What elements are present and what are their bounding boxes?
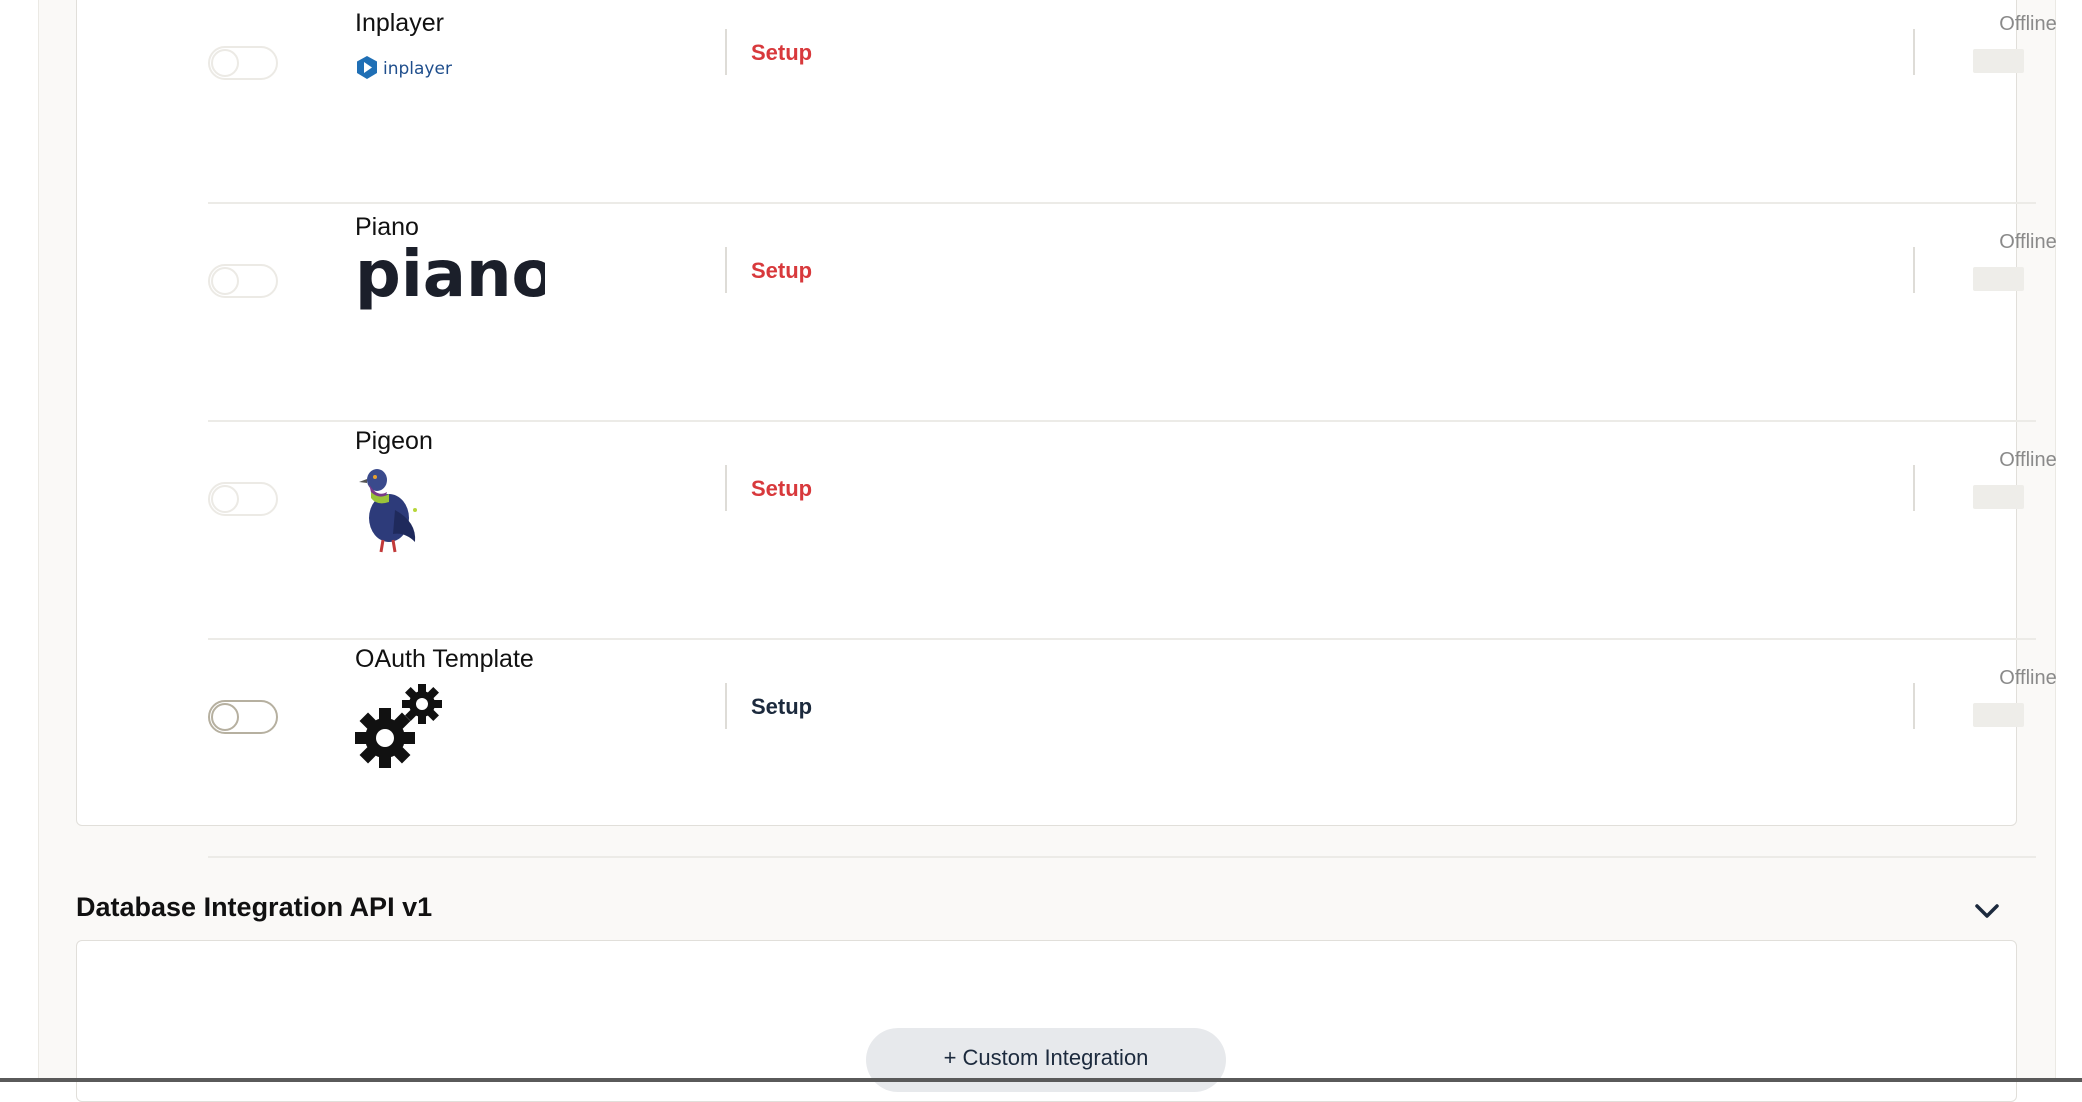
column-separator — [1913, 29, 1915, 75]
status-indicator — [1973, 49, 2024, 73]
toggle-knob — [211, 703, 239, 731]
column-separator — [1913, 465, 1915, 511]
chevron-down-icon[interactable] — [1972, 896, 2002, 926]
integration-toggle[interactable] — [208, 700, 278, 734]
column-separator — [725, 29, 727, 75]
inplayer-logo-text: inplayer — [383, 59, 452, 79]
section-title: Database Integration API v1 — [76, 892, 433, 922]
column-separator — [1913, 247, 1915, 293]
custom-integration-button[interactable]: + Custom Integration — [866, 1028, 1226, 1092]
setup-link[interactable]: Setup — [751, 258, 812, 284]
column-separator — [725, 465, 727, 511]
integration-name: Piano — [355, 213, 419, 241]
status-label: Offline — [1999, 667, 2057, 689]
gears-icon — [355, 682, 447, 775]
setup-link[interactable]: Setup — [751, 476, 812, 502]
toggle-knob — [211, 267, 239, 295]
integration-name: OAuth Template — [355, 645, 534, 673]
integration-toggle[interactable] — [208, 46, 278, 80]
status-indicator — [1973, 267, 2024, 291]
status-label: Offline — [1999, 231, 2057, 253]
setup-link[interactable]: Setup — [751, 40, 812, 66]
piano-logo: piano — [355, 238, 555, 321]
toggle-knob — [211, 49, 239, 77]
column-separator — [1913, 683, 1915, 729]
integration-toggle[interactable] — [208, 264, 278, 298]
status-label: Offline — [1999, 449, 2057, 471]
setup-link[interactable]: Setup — [751, 694, 812, 720]
row-divider — [208, 856, 2036, 858]
column-separator — [725, 247, 727, 293]
toggle-knob — [211, 485, 239, 513]
inplayer-logo: inplayer — [355, 54, 455, 87]
integration-name: Inplayer — [355, 9, 444, 37]
column-separator — [725, 683, 727, 729]
status-indicator — [1973, 703, 2024, 727]
integration-row-pigeon: Pigeon Setup Offline — [208, 422, 2057, 640]
window-bottom-edge — [0, 1078, 2082, 1082]
integrations-card: Inplayer inplayer Setup Offline Piano pi… — [76, 0, 2057, 858]
pigeon-logo — [355, 462, 425, 559]
integration-toggle[interactable] — [208, 482, 278, 516]
integration-row-piano: Piano piano Setup Offline — [208, 204, 2057, 422]
piano-logo-text: piano — [355, 240, 545, 312]
status-indicator — [1973, 485, 2024, 509]
integration-row-inplayer: Inplayer inplayer Setup Offline — [208, 0, 2057, 204]
integration-name: Pigeon — [355, 427, 433, 455]
integration-row-oauth-template: OAuth Template Setup Offline — [208, 640, 2057, 858]
status-label: Offline — [1999, 13, 2057, 35]
